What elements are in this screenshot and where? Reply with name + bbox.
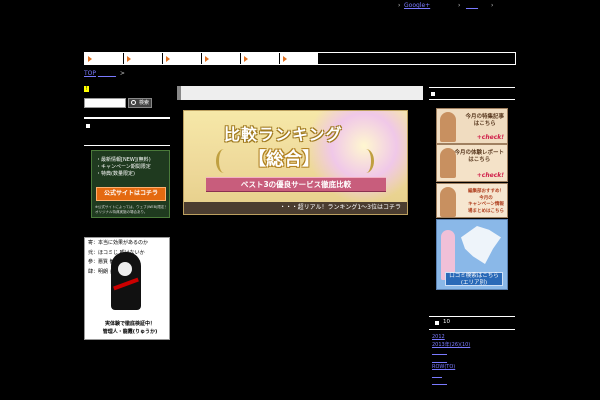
marker-icon: ! bbox=[84, 86, 89, 92]
chevron-right-icon: › bbox=[491, 2, 494, 9]
chevron-right-icon: › bbox=[458, 2, 461, 9]
global-nav bbox=[84, 52, 516, 65]
square-bullet-icon bbox=[435, 321, 439, 325]
promo-line-1: ・最新情報[NEW](無料) bbox=[96, 157, 151, 163]
archive-link[interactable]: 2012 bbox=[432, 334, 470, 342]
search-input[interactable] bbox=[84, 98, 126, 108]
review-search-banner[interactable]: 口コミ検索はこちら (エリア別) bbox=[436, 219, 508, 290]
promo-banner[interactable]: ・最新情報[NEW](無料) ・キャンペーン期間限定 ・特典(数量限定) 公式サ… bbox=[91, 150, 170, 218]
ranking-cta-link[interactable]: ・・・超リアル！ランキング1～3位はコチラ bbox=[184, 202, 407, 214]
search-icon bbox=[131, 100, 136, 105]
center-section-header bbox=[177, 86, 423, 100]
official-site-button[interactable]: 公式サイトはコチラ bbox=[96, 187, 166, 201]
laurel-icon bbox=[358, 149, 374, 173]
archive-link[interactable]: ______ bbox=[432, 349, 470, 357]
archive-link[interactable]: ____ bbox=[432, 372, 470, 380]
chevron-right-icon: › bbox=[398, 2, 401, 9]
review-search-button[interactable]: 口コミ検索はこちら (エリア別) bbox=[445, 272, 503, 286]
nav-item-6[interactable] bbox=[280, 53, 319, 64]
archive-link[interactable]: ROW(TO) bbox=[432, 364, 470, 372]
right-section-header-1 bbox=[429, 87, 515, 100]
triangle-icon bbox=[166, 56, 170, 62]
nav-item-4[interactable] bbox=[202, 53, 241, 64]
ranking-banner[interactable]: 比較ランキング 【総合】 ベスト3の優良サービス徹底比較 ・・・超リアル！ランキ… bbox=[183, 110, 408, 215]
square-bullet-icon bbox=[431, 92, 435, 96]
archive-link[interactable]: ______ bbox=[432, 357, 470, 365]
manga-caption-2: 管理人・龍霞(りゅうか) bbox=[102, 329, 158, 335]
manga-panel[interactable]: 寄：本当に効果があるのか 弐：ほコミじ 嘘はないか 参：悪質 勧誘はないか 肆：… bbox=[84, 237, 170, 340]
manga-face bbox=[118, 262, 132, 276]
check-badge: +check! bbox=[476, 134, 504, 141]
ranking-subtitle: 【総合】 bbox=[248, 149, 320, 170]
ranking-title: 比較ランキング bbox=[224, 125, 343, 144]
nav-item-5[interactable] bbox=[241, 53, 280, 64]
campaign-banner[interactable]: 編集部おすすめ！ 今月の キャンペーン情報 場まとめはこちら bbox=[436, 183, 508, 218]
triangle-icon bbox=[127, 56, 131, 62]
promo-fine-print: ※公式サイトによっては、ウェブ(WEB)限定！オリジナル特典実施の場合あり。 bbox=[95, 205, 168, 214]
ranking-ribbon: ベスト3の優良サービス徹底比較 bbox=[206, 177, 386, 192]
campaign-label: 編集部おすすめ！ 今月の キャンペーン情報 場まとめはこちら bbox=[468, 189, 504, 214]
nav-item-1[interactable] bbox=[85, 53, 124, 64]
breadcrumb-current-link[interactable]: ______ bbox=[98, 70, 116, 77]
right-header-2-text: 10 bbox=[443, 319, 450, 325]
character-image bbox=[440, 187, 456, 217]
japan-map-icon bbox=[461, 226, 501, 264]
divider bbox=[84, 117, 170, 119]
triangle-icon bbox=[244, 56, 248, 62]
promo-features: ・最新情報[NEW](無料) ・キャンペーン期間限定 ・特典(数量限定) bbox=[96, 157, 151, 178]
google-plus-link[interactable]: Google+ bbox=[404, 2, 430, 9]
square-bullet-icon bbox=[86, 124, 90, 128]
check-badge: +check! bbox=[476, 172, 504, 179]
manga-caption: 実体験で徹底検証中！ 管理人・龍霞(りゅうか) bbox=[99, 320, 161, 336]
breadcrumb-separator: > bbox=[119, 70, 125, 77]
archive-link[interactable]: 2013年(26)(10) bbox=[432, 342, 470, 350]
manga-line: 寄：本当に効果があるのか bbox=[88, 240, 149, 246]
promo-line-3: ・特典(数量限定) bbox=[96, 171, 135, 177]
search-button-label: 検索 bbox=[139, 100, 150, 106]
search-button[interactable]: 検索 bbox=[128, 98, 152, 108]
right-section-header-2: 10 bbox=[429, 317, 515, 330]
report-label: 今月の体験レポート はこちら bbox=[454, 150, 504, 163]
promo-line-2: ・キャンペーン期間限定 bbox=[96, 164, 151, 170]
triangle-icon bbox=[88, 56, 92, 62]
archive-link[interactable]: ______ bbox=[432, 379, 470, 387]
triangle-icon bbox=[205, 56, 209, 62]
feature-label: 今月の特集記事 はこちら bbox=[465, 114, 504, 127]
top-link-3[interactable]: ____ bbox=[466, 2, 478, 9]
divider bbox=[84, 145, 170, 146]
manga-caption-1: 実体験で徹底検証中！ bbox=[104, 321, 155, 327]
nav-item-2[interactable] bbox=[124, 53, 163, 64]
breadcrumb: TOP ______ > bbox=[84, 70, 125, 77]
breadcrumb-home-link[interactable]: TOP bbox=[84, 70, 96, 77]
archive-list: 2012 2013年(26)(10) ______ ______ ROW(TO)… bbox=[432, 334, 470, 387]
triangle-icon bbox=[283, 56, 287, 62]
character-image bbox=[440, 112, 456, 142]
experience-report-banner[interactable]: 今月の体験レポート はこちら +check! bbox=[436, 144, 508, 182]
laurel-icon bbox=[216, 149, 232, 173]
nav-item-3[interactable] bbox=[163, 53, 202, 64]
feature-article-banner[interactable]: 今月の特集記事 はこちら +check! bbox=[436, 108, 508, 144]
